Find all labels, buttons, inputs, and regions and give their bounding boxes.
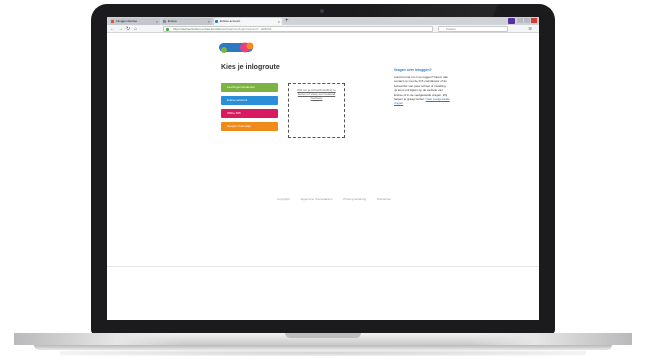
- home-icon[interactable]: ⌂: [134, 25, 137, 33]
- login-option-label: Leerlingen/studenten: [227, 85, 256, 89]
- window-controls: [517, 18, 537, 23]
- login-option-label: Google Onderwijs: [227, 124, 251, 128]
- tab-entree-account[interactable]: Entree account ×: [214, 18, 282, 25]
- tab-inloggen[interactable]: Inloggen Entree ×: [110, 18, 160, 25]
- favicon-icon: [111, 20, 114, 23]
- login-option-students[interactable]: Leerlingen/studenten: [221, 83, 278, 92]
- login-option-label: Office 365: [227, 111, 241, 115]
- login-option-office365[interactable]: Office 365: [221, 109, 278, 118]
- footer-link-terms[interactable]: Algemene Voorwaarden: [301, 197, 333, 201]
- login-option-google[interactable]: Google Onderwijs: [221, 122, 278, 131]
- page-title: Kies je inlogroute: [221, 64, 280, 71]
- footer-link-disclaimer[interactable]: Disclaimer: [377, 197, 391, 201]
- profile-icon[interactable]: [508, 18, 515, 24]
- web-page: Kies je inlogroute Leerlingen/studenten …: [107, 34, 539, 320]
- entree-logo: [219, 42, 254, 53]
- url-host: https://authentication.entree.kennisnet.…: [173, 27, 227, 31]
- close-icon[interactable]: ×: [208, 18, 210, 25]
- address-bar[interactable]: https://authentication.entree.kennisnet.…: [163, 26, 433, 32]
- url-path: /web/sso/login/request?...&#8230;: [226, 27, 273, 31]
- footer-link-privacy[interactable]: Privacyverklaring: [343, 197, 366, 201]
- lock-icon: [166, 28, 169, 31]
- reload-icon[interactable]: ↻: [126, 25, 130, 33]
- opening-notch: [285, 333, 361, 338]
- toolbar-icons[interactable]: ☰: [528, 25, 535, 33]
- tab-label: Entree: [168, 19, 177, 23]
- content-divider: [107, 266, 539, 267]
- login-option-entree-account[interactable]: Entree-account: [221, 96, 278, 105]
- laptop-screen: Inloggen Entree × Entree × Entree accoun…: [107, 17, 539, 320]
- search-input[interactable]: Zoeken: [438, 26, 508, 32]
- base-right-shade: [470, 333, 632, 345]
- close-window-button[interactable]: [531, 18, 537, 23]
- favicon-icon: [163, 20, 166, 23]
- new-tab-button[interactable]: +: [285, 18, 289, 24]
- webcam: [320, 9, 324, 13]
- login-option-label: Entree-account: [227, 98, 248, 102]
- search-placeholder: Zoeken: [446, 27, 457, 31]
- close-icon[interactable]: ×: [278, 18, 280, 25]
- footer-link-copyright[interactable]: Copyright: [277, 197, 290, 201]
- help-text: Lukt het niet om in te loggen? Neem dan …: [394, 75, 450, 106]
- browser-toolbar: ← → ↻ ⌂ https://authentication.entree.ke…: [107, 25, 539, 33]
- tab-label: Entree account: [220, 19, 241, 23]
- base-left-shade: [14, 333, 184, 345]
- laptop-shadow: [60, 350, 586, 356]
- favicon-icon: [215, 20, 218, 23]
- school-select-dropzone[interactable]: Klik om je school/instelling te kiezen o…: [288, 83, 345, 138]
- minimize-button[interactable]: [517, 18, 523, 23]
- forward-icon[interactable]: →: [118, 25, 123, 33]
- maximize-button[interactable]: [524, 18, 530, 23]
- back-icon[interactable]: ←: [110, 25, 115, 33]
- help-title: Vragen over inloggen?: [394, 68, 432, 72]
- page-footer: Copyright Algemene Voorwaarden Privacyve…: [277, 197, 401, 201]
- tab-label: Inloggen Entree: [116, 19, 138, 23]
- close-icon[interactable]: ×: [156, 18, 158, 25]
- browser-titlebar: Inloggen Entree × Entree × Entree accoun…: [107, 17, 539, 25]
- tab-entree[interactable]: Entree ×: [162, 18, 212, 25]
- dropzone-text[interactable]: Klik om je school/instelling te kiezen o…: [293, 88, 340, 100]
